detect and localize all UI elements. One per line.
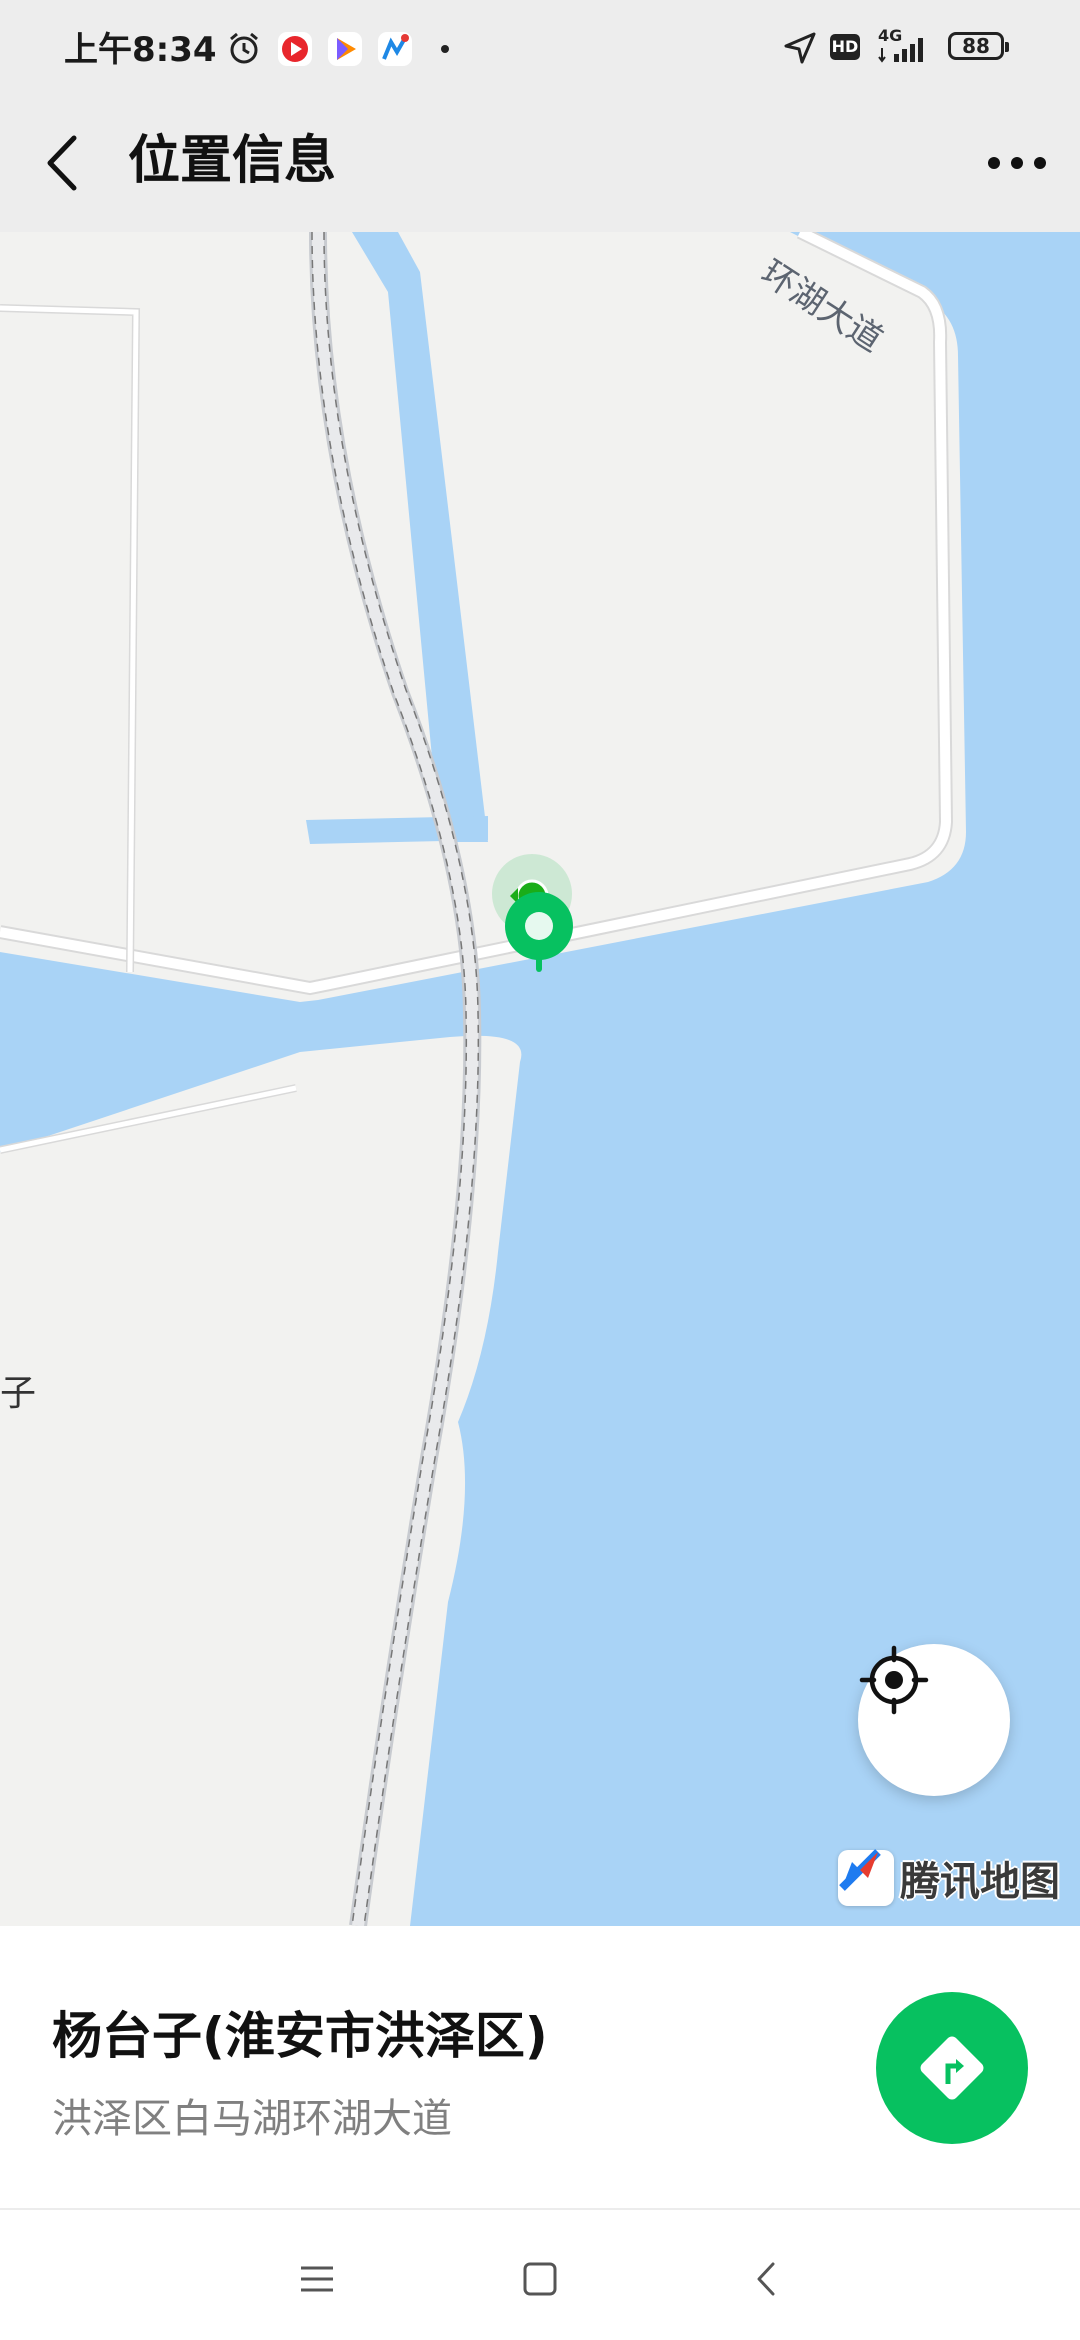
location-arrow-icon: [784, 32, 816, 64]
canal-branch: [306, 816, 488, 844]
dot-icon: [441, 45, 449, 53]
signal-icon: [878, 38, 923, 63]
map-view[interactable]: 环湖大道 子 腾讯地图: [0, 232, 1080, 1926]
brand-text: 腾讯地图: [900, 1859, 1060, 1905]
back-triangle-icon[interactable]: [742, 2254, 792, 2304]
home-square-icon[interactable]: [515, 2254, 565, 2304]
system-navigation-bar: [0, 2210, 1080, 2340]
alarm-icon: [230, 32, 258, 64]
page-title: 位置信息: [128, 131, 337, 191]
place-label-fragment: 子: [0, 1373, 37, 1414]
place-address: 洪泽区白马湖环湖大道: [52, 2096, 452, 2142]
status-time: 上午8:34: [64, 30, 217, 70]
more-dots-icon: [988, 157, 1046, 169]
play-app-icon: [328, 32, 362, 66]
hd-icon: HD: [830, 34, 860, 60]
my-location-button[interactable]: [858, 1644, 1010, 1796]
navigate-button[interactable]: [876, 1992, 1028, 2144]
route-sign-icon: [920, 2036, 984, 2100]
crosshair-icon: [859, 1645, 929, 1715]
tencent-map-logo-icon: [838, 1849, 894, 1906]
place-info-panel: 杨台子(淮安市洪泽区) 洪泽区白马湖环湖大道: [0, 1926, 1080, 2210]
map-brand: 腾讯地图: [838, 1848, 1060, 1908]
status-bar: 上午8:34 HD 4G 88: [0, 0, 1080, 98]
battery-icon: 88: [948, 32, 1009, 60]
chevron-left-icon: [47, 135, 77, 191]
map-app-icon: [378, 32, 412, 66]
more-button[interactable]: [982, 138, 1052, 188]
back-button[interactable]: [36, 128, 100, 198]
place-name: 杨台子(淮安市洪泽区): [52, 2007, 548, 2065]
land-lower: [0, 1035, 522, 1926]
nav-bar: 位置信息: [0, 98, 1080, 232]
menu-icon[interactable]: [292, 2254, 342, 2304]
video-app-icon: [278, 32, 312, 66]
